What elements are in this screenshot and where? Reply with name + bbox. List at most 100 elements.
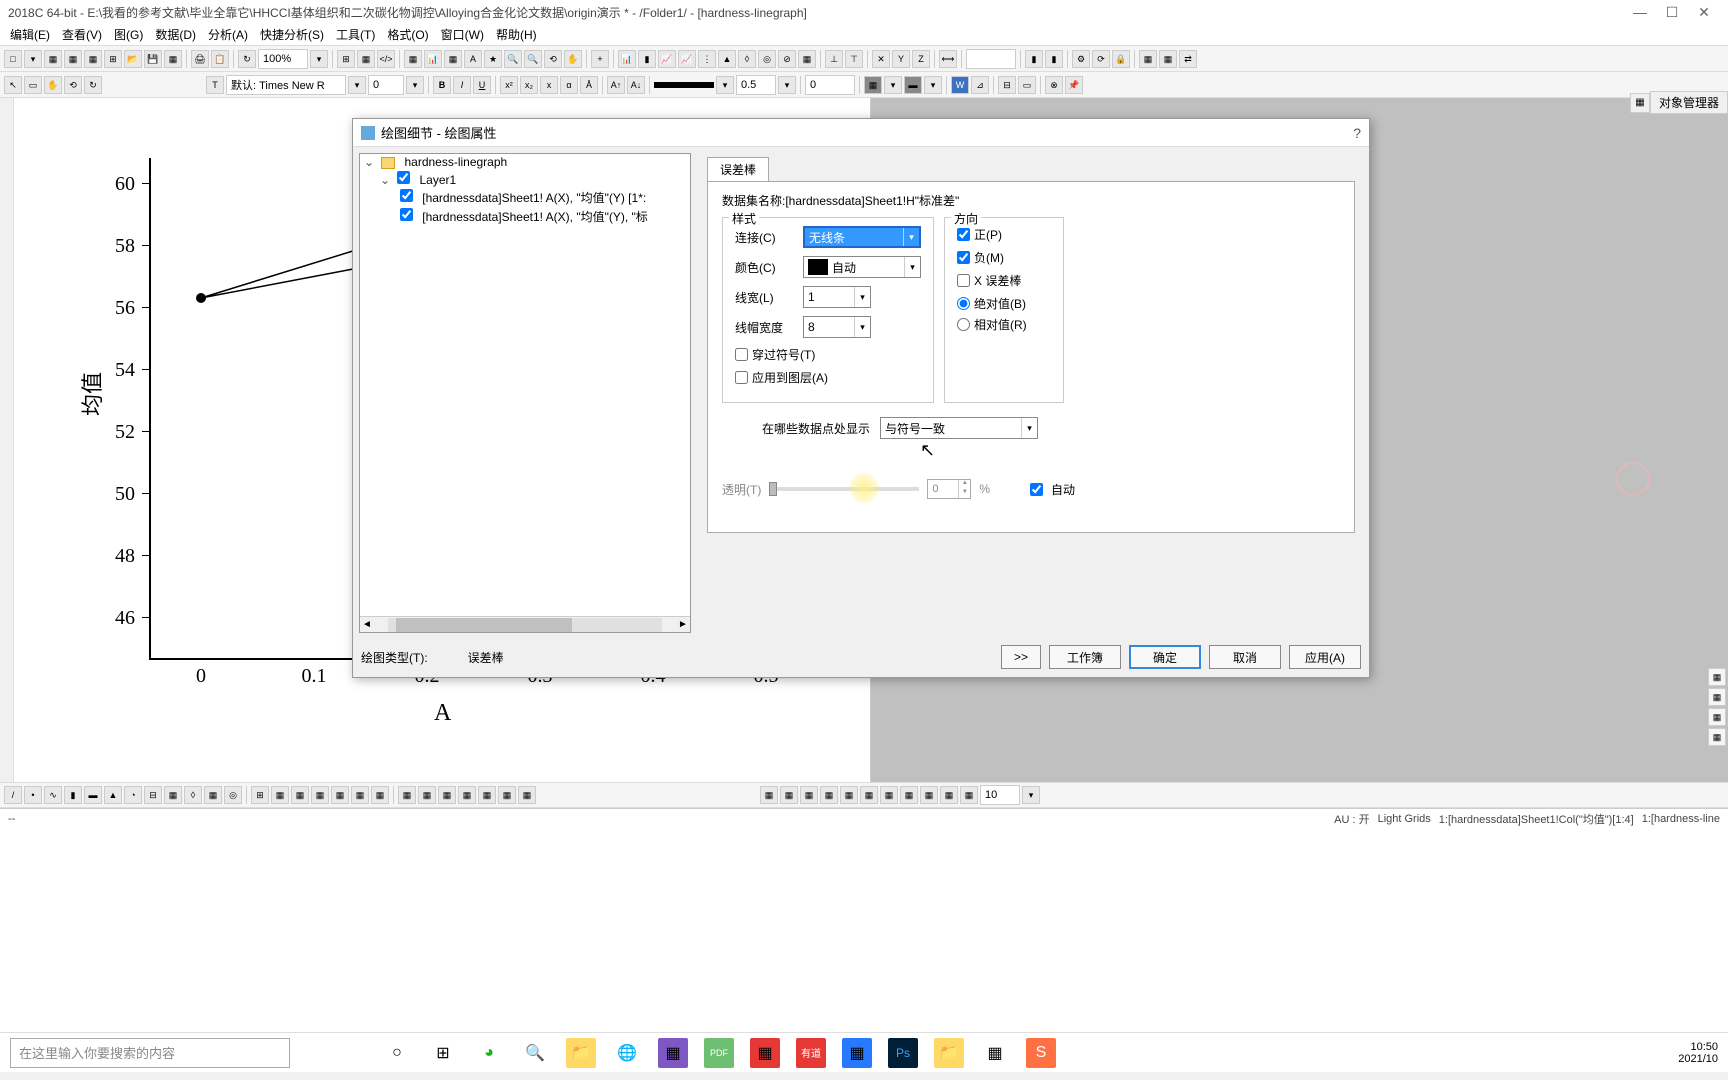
line-color-icon[interactable]: ▬ <box>904 76 922 94</box>
menu-help[interactable]: 帮助(H) <box>490 26 543 43</box>
negative-checkbox[interactable] <box>957 251 970 264</box>
tab-errorbar[interactable]: 误差棒 <box>707 157 769 181</box>
chrome-icon[interactable]: 🌐 <box>612 1038 642 1068</box>
chevron-down-icon[interactable]: ▾ <box>903 228 919 246</box>
menu-edit[interactable]: 编辑(E) <box>4 26 56 43</box>
save-template-icon[interactable]: ▦ <box>164 50 182 68</box>
size-dropdown-icon[interactable]: ▾ <box>406 76 424 94</box>
menu-format[interactable]: 格式(O) <box>381 26 434 43</box>
side-icon-4[interactable]: ▦ <box>1708 728 1726 746</box>
scatter-icon[interactable]: ⋮ <box>698 50 716 68</box>
rect-icon[interactable]: ▭ <box>24 76 42 94</box>
t4-icon[interactable]: ▦ <box>458 786 476 804</box>
plot-area-icon[interactable]: ▲ <box>104 786 122 804</box>
plot-hist-icon[interactable]: ▦ <box>164 786 182 804</box>
b8-icon[interactable]: ▦ <box>900 786 918 804</box>
tree-layer[interactable]: Layer1 <box>419 173 456 187</box>
arrow-icon[interactable]: ↖ <box>4 76 22 94</box>
tree-toggle-layer[interactable]: ⌄ <box>380 173 390 187</box>
zoom-input[interactable] <box>258 49 308 69</box>
y-label-icon[interactable]: Y <box>892 50 910 68</box>
new-graph-icon[interactable]: ⊞ <box>104 50 122 68</box>
app-red-icon[interactable]: ▦ <box>750 1038 780 1068</box>
numeric-input-1[interactable] <box>966 49 1016 69</box>
b10-icon[interactable]: ▦ <box>940 786 958 804</box>
region-icon[interactable]: ▦ <box>798 50 816 68</box>
vec-icon[interactable]: ⊿ <box>971 76 989 94</box>
ex2-icon[interactable]: ▦ <box>311 786 329 804</box>
b5-icon[interactable]: ▦ <box>840 786 858 804</box>
contour-icon[interactable]: ◎ <box>758 50 776 68</box>
scroll-left-icon[interactable]: ◄ <box>360 619 374 630</box>
endnote-icon[interactable]: ▦ <box>658 1038 688 1068</box>
bar-icon[interactable]: ▮ <box>638 50 656 68</box>
close-button[interactable]: ✕ <box>1688 4 1720 21</box>
b11-icon[interactable]: ▦ <box>960 786 978 804</box>
scroll-right-icon[interactable]: ► <box>676 619 690 630</box>
graph-icon[interactable]: 📊 <box>424 50 442 68</box>
extract-icon[interactable]: ▦ <box>291 786 309 804</box>
side-icon-1[interactable]: ▦ <box>1708 668 1726 686</box>
obj-mgr-icon[interactable]: ▦ <box>1630 93 1650 113</box>
duplicate-icon[interactable]: ⊞ <box>337 50 355 68</box>
rotate2-icon[interactable]: ↻ <box>84 76 102 94</box>
cortana-icon[interactable]: ○ <box>382 1038 412 1068</box>
rescale-icon[interactable]: ⟲ <box>544 50 562 68</box>
col-y-icon[interactable]: ▮ <box>1045 50 1063 68</box>
tree-hscroll[interactable]: ◄ ► <box>360 616 690 632</box>
italic-icon[interactable]: I <box>453 76 471 94</box>
database-icon[interactable]: ▦ <box>1139 50 1157 68</box>
layout-icon[interactable]: ▦ <box>444 50 462 68</box>
tree-item-1[interactable]: [hardnessdata]Sheet1! A(X), "均值"(Y) [1*: <box>422 191 646 205</box>
wechat-icon[interactable]: ◕ <box>474 1038 504 1068</box>
plot-pie-icon[interactable]: ◔ <box>124 786 142 804</box>
excel-icon[interactable]: ▦ <box>1159 50 1177 68</box>
decrease-icon[interactable]: A↓ <box>627 76 645 94</box>
t6-icon[interactable]: ▦ <box>498 786 516 804</box>
maximize-button[interactable]: ☐ <box>1656 4 1688 21</box>
zoom-out-icon[interactable]: 🔍 <box>524 50 542 68</box>
refresh-icon[interactable]: ↻ <box>238 50 256 68</box>
rotate-icon[interactable]: ⟲ <box>64 76 82 94</box>
chevron-down-icon[interactable]: ▾ <box>1021 418 1037 438</box>
b6-icon[interactable]: ▦ <box>860 786 878 804</box>
new-matrix-icon[interactable]: ▦ <box>84 50 102 68</box>
plot-checkbox-1[interactable] <box>400 189 413 202</box>
youdao-icon[interactable]: 有道 <box>796 1038 826 1068</box>
pdf-icon[interactable]: PDF <box>704 1038 734 1068</box>
notes-icon[interactable]: A <box>464 50 482 68</box>
supsub-icon[interactable]: x <box>540 76 558 94</box>
z-label-icon[interactable]: Z <box>912 50 930 68</box>
line2-icon[interactable]: 📈 <box>678 50 696 68</box>
connect-combo[interactable]: 无线条 ▾ <box>803 226 921 248</box>
line-width-input[interactable] <box>736 75 776 95</box>
greek2-icon[interactable]: Å <box>580 76 598 94</box>
t2-icon[interactable]: ▦ <box>418 786 436 804</box>
worksheet-icon[interactable]: ▦ <box>404 50 422 68</box>
side-icon-3[interactable]: ▦ <box>1708 708 1726 726</box>
menu-tools[interactable]: 工具(T) <box>330 26 381 43</box>
font-dropdown-icon[interactable]: ▾ <box>348 76 366 94</box>
linewidth-combo[interactable]: 1 ▾ <box>803 286 871 308</box>
font-size-input[interactable] <box>368 75 404 95</box>
merge-icon[interactable]: ▦ <box>271 786 289 804</box>
blue-app-icon[interactable]: ▦ <box>842 1038 872 1068</box>
b4-icon[interactable]: ▦ <box>820 786 838 804</box>
xerr-checkbox[interactable] <box>957 274 970 287</box>
new-workbook-icon[interactable]: ▦ <box>44 50 62 68</box>
new-project-icon[interactable]: □ <box>4 50 22 68</box>
sogou-icon[interactable]: S <box>1026 1038 1056 1068</box>
plot-surf-icon[interactable]: ▦ <box>204 786 222 804</box>
through-symbol-checkbox[interactable] <box>735 348 748 361</box>
taskbar-clock[interactable]: 10:50 2021/10 <box>1678 1041 1718 1065</box>
menu-data[interactable]: 数据(D) <box>149 26 202 43</box>
text-tool-icon[interactable]: T <box>206 76 224 94</box>
ok-button[interactable]: 确定 <box>1129 645 1201 669</box>
tree-toggle-root[interactable]: ⌄ <box>364 155 374 169</box>
spinner-up-icon[interactable]: ▲ <box>958 480 970 489</box>
batch-icon[interactable]: ⚙ <box>1072 50 1090 68</box>
hand-icon[interactable]: ✋ <box>44 76 62 94</box>
w-icon[interactable]: W <box>951 76 969 94</box>
remove-err-icon[interactable]: ⊤ <box>845 50 863 68</box>
subscript-icon[interactable]: x₂ <box>520 76 538 94</box>
